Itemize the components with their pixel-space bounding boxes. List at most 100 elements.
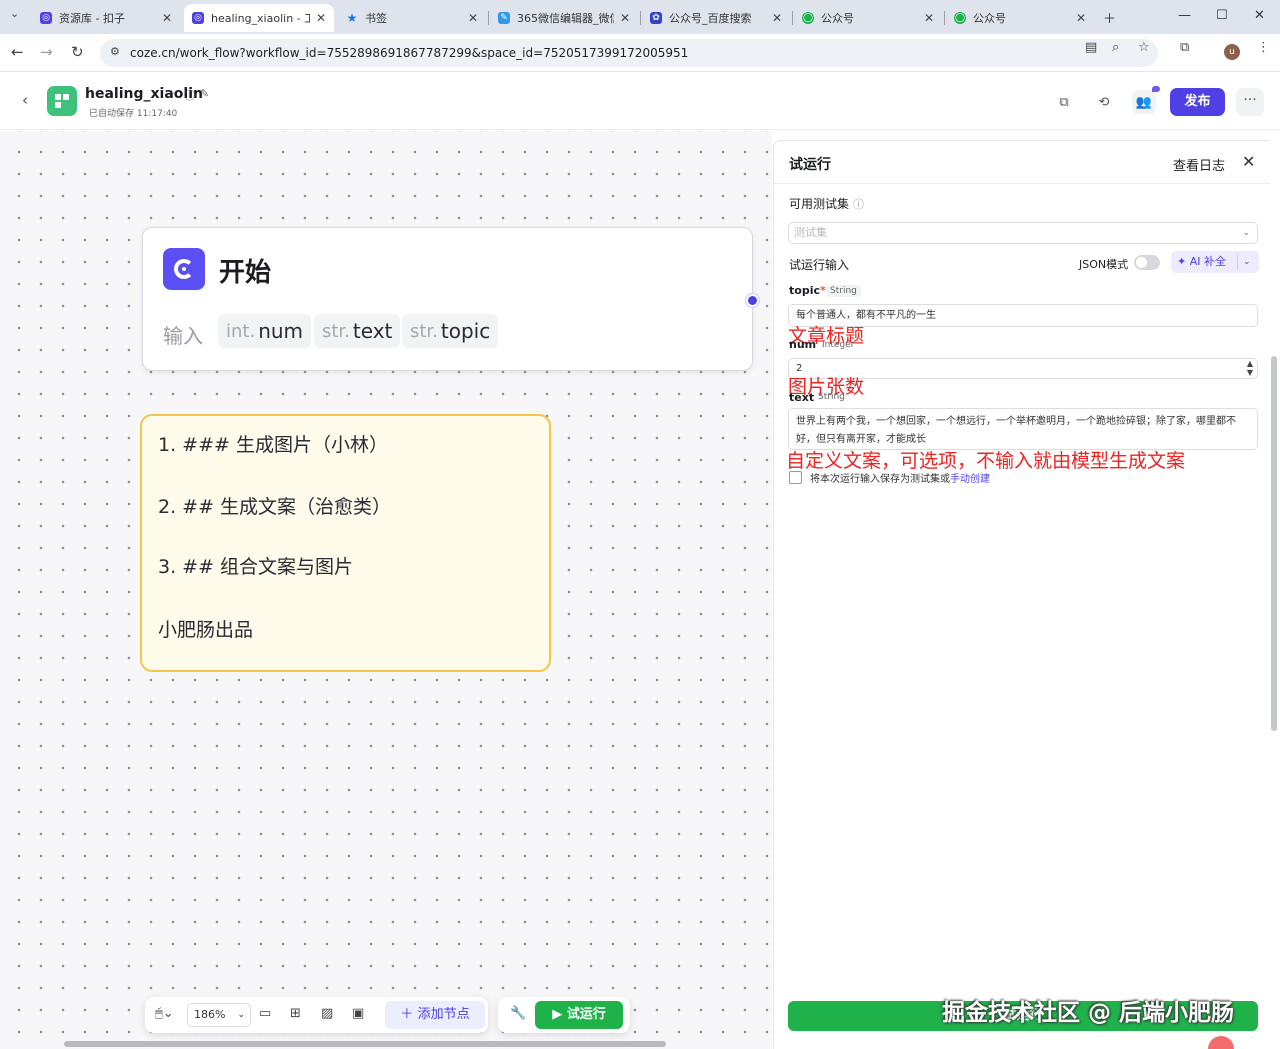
new-tab-icon[interactable]: ＋	[1103, 8, 1116, 27]
close-tab-icon[interactable]: ✕	[162, 11, 172, 25]
manual-create-link[interactable]: 手动创建	[950, 474, 990, 485]
start-node-icon	[163, 248, 205, 290]
topic-value: 每个普通人，都有不平凡的一生	[796, 310, 936, 321]
test-run-label: 试运行	[566, 1007, 606, 1022]
param-name: text	[352, 319, 393, 343]
tab-title: 资源库 - 扣子	[59, 12, 125, 25]
back-chevron-icon[interactable]: ‹	[22, 91, 28, 109]
field-text-name: text	[789, 391, 815, 404]
wechat-favicon-icon: ◯	[802, 12, 814, 24]
param-chip-text: str. text	[314, 314, 401, 348]
workflow-canvas[interactable]: 开始 输入 int. num str. text str. topic 1. #…	[0, 131, 772, 1049]
info-icon[interactable]: ⓘ	[853, 198, 864, 211]
browser-tab-1[interactable]: ◎ 资源库 - 扣子 ✕	[32, 4, 180, 32]
minimap-icon[interactable]: ▣	[352, 1006, 364, 1021]
autosave-status: 已自动保存 11:17:40	[89, 109, 178, 119]
tab-title: 365微信编辑器_微信	[517, 12, 614, 25]
omnibox[interactable]: ⚙ coze.cn/work_flow?workflow_id=75528986…	[100, 39, 1158, 67]
publish-button[interactable]: 发布	[1170, 88, 1225, 116]
zoom-select[interactable]: 186% ⌄	[187, 1003, 251, 1027]
stepper-icon[interactable]: ▲ ▼	[1247, 359, 1253, 377]
save-testset-checkbox[interactable]	[789, 471, 802, 484]
zoom-value: 186%	[194, 1008, 226, 1021]
comment-icon[interactable]: ▭	[259, 1006, 271, 1021]
browser-tab-5[interactable]: ✿ 公众号_百度搜索 ✕	[642, 4, 790, 32]
edit-icon[interactable]: ✎	[200, 87, 209, 100]
note-line: 小肥肠出品	[158, 619, 254, 641]
param-name: topic	[440, 319, 491, 343]
tab-separator	[944, 11, 945, 25]
more-button[interactable]: ···	[1236, 88, 1264, 116]
close-icon[interactable]: ✕	[1242, 152, 1255, 171]
param-type: str.	[322, 320, 350, 342]
info-icon[interactable]: ⓘ	[184, 87, 195, 103]
required-marker: *	[819, 284, 826, 297]
chevron-down-icon[interactable]: ⌄	[1243, 251, 1251, 273]
browser-tab-3[interactable]: ★ 书签 ✕	[338, 4, 486, 32]
testset-select[interactable]: 测试集 ⌄	[788, 222, 1258, 244]
profile-avatar[interactable]: u	[1224, 44, 1240, 60]
mouse-mode-icon[interactable]: 🖱⌄	[155, 1006, 174, 1021]
close-tab-icon[interactable]: ✕	[772, 11, 782, 25]
view-log-link[interactable]: 查看日志	[1173, 155, 1225, 174]
ai-fill-button[interactable]: ✦ AI 补全 ⌄	[1171, 251, 1259, 273]
browser-tab-6[interactable]: ◯ 公众号 ✕	[794, 4, 942, 32]
horizontal-scrollbar[interactable]	[64, 1041, 666, 1047]
wrench-icon[interactable]: 🔧	[510, 1006, 526, 1021]
layout-icon[interactable]: ⊞	[290, 1006, 301, 1021]
tab-title: 书签	[365, 12, 387, 25]
history-icon[interactable]: ⟲	[1092, 90, 1116, 114]
tab-title: healing_xiaolin - 工	[211, 12, 310, 25]
star-icon: ★	[346, 11, 358, 25]
minimize-icon[interactable]: —	[1178, 8, 1191, 23]
maximize-icon[interactable]: ☐	[1216, 8, 1228, 23]
browser-menu-icon[interactable]: ⋮	[1257, 40, 1270, 55]
divider	[1237, 254, 1238, 270]
workflow-header: ‹ healing_xiaolin ⓘ ✎ 已自动保存 11:17:40 ⧉ ⟲…	[0, 72, 1280, 130]
bookmark-star-icon[interactable]: ☆	[1138, 40, 1150, 55]
browser-tab-7[interactable]: ◯ 公众号 ✕	[946, 4, 1094, 32]
testset-placeholder: 测试集	[794, 226, 827, 239]
site-settings-icon[interactable]: ⚙	[110, 45, 120, 58]
browser-tab-4[interactable]: ✎ 365微信编辑器_微信 ✕	[490, 4, 638, 32]
sparkle-icon: ✦	[1177, 255, 1190, 268]
divider	[774, 183, 1270, 184]
close-tab-icon[interactable]: ✕	[1076, 11, 1086, 25]
output-port[interactable]	[746, 294, 759, 307]
zoom-icon[interactable]: ⌕	[1112, 40, 1119, 55]
add-node-button[interactable]: ＋ 添加节点	[385, 1001, 485, 1029]
param-chip-topic: str. topic	[402, 314, 499, 348]
vertical-scrollbar[interactable]	[1271, 356, 1277, 731]
close-tab-icon[interactable]: ✕	[620, 11, 630, 25]
play-icon: ▶	[552, 1007, 567, 1022]
window-close-icon[interactable]: ✕	[1254, 8, 1265, 23]
field-num-name: num	[789, 338, 817, 351]
tab-list-icon[interactable]: ⌄	[10, 7, 19, 20]
tab-title: 公众号	[973, 12, 1006, 25]
canvas-toolbar: 🖱⌄ 186% ⌄ ▭ ⊞ ▨ ▣ ＋ 添加节点	[145, 997, 488, 1033]
reload-icon[interactable]: ↻	[71, 43, 84, 61]
url-text[interactable]: coze.cn/work_flow?workflow_id=7552898691…	[130, 46, 688, 60]
forward-arrow-icon[interactable]: →	[40, 43, 53, 61]
text-input[interactable]: 世界上有两个我，一个想回家，一个想远行，一个举杯邀明月，一个跪地捡碎银；除了家，…	[788, 408, 1258, 450]
extensions-icon[interactable]: ⧉	[1180, 40, 1189, 55]
field-name-text: topic	[789, 284, 820, 297]
field-type-badge: Integer	[822, 340, 855, 350]
field-topic-name: topic*	[789, 284, 826, 297]
copy-icon[interactable]: ⧉	[1052, 90, 1076, 114]
close-tab-icon[interactable]: ✕	[316, 11, 326, 25]
browser-tab-2-active[interactable]: ◎ healing_xiaolin - 工 ✕	[184, 4, 334, 32]
json-mode-toggle[interactable]	[1134, 255, 1160, 270]
close-tab-icon[interactable]: ✕	[924, 11, 934, 25]
comment-note[interactable]: 1. ### 生成图片（小林） 2. ## 生成文案（治愈类） 3. ## 组合…	[140, 414, 551, 672]
wechat-favicon-icon: ◯	[954, 12, 966, 24]
image-icon[interactable]: ▨	[321, 1006, 333, 1021]
page-icon[interactable]: ▤	[1085, 40, 1097, 55]
annotation-text: 自定义文案，可选项，不输入就由模型生成文案	[786, 450, 1186, 472]
start-node[interactable]: 开始 输入 int. num str. text str. topic	[142, 227, 753, 371]
close-tab-icon[interactable]: ✕	[468, 11, 478, 25]
test-run-button[interactable]: ▶ 试运行	[535, 1001, 623, 1029]
back-arrow-icon[interactable]: ←	[11, 43, 24, 61]
test-run-panel: 试运行 查看日志 ✕ 可用测试集 ⓘ 测试集 ⌄ 试运行输入 JSON模式 ✦ A…	[773, 140, 1277, 1049]
collaborators-icon[interactable]: 👥	[1132, 90, 1156, 114]
